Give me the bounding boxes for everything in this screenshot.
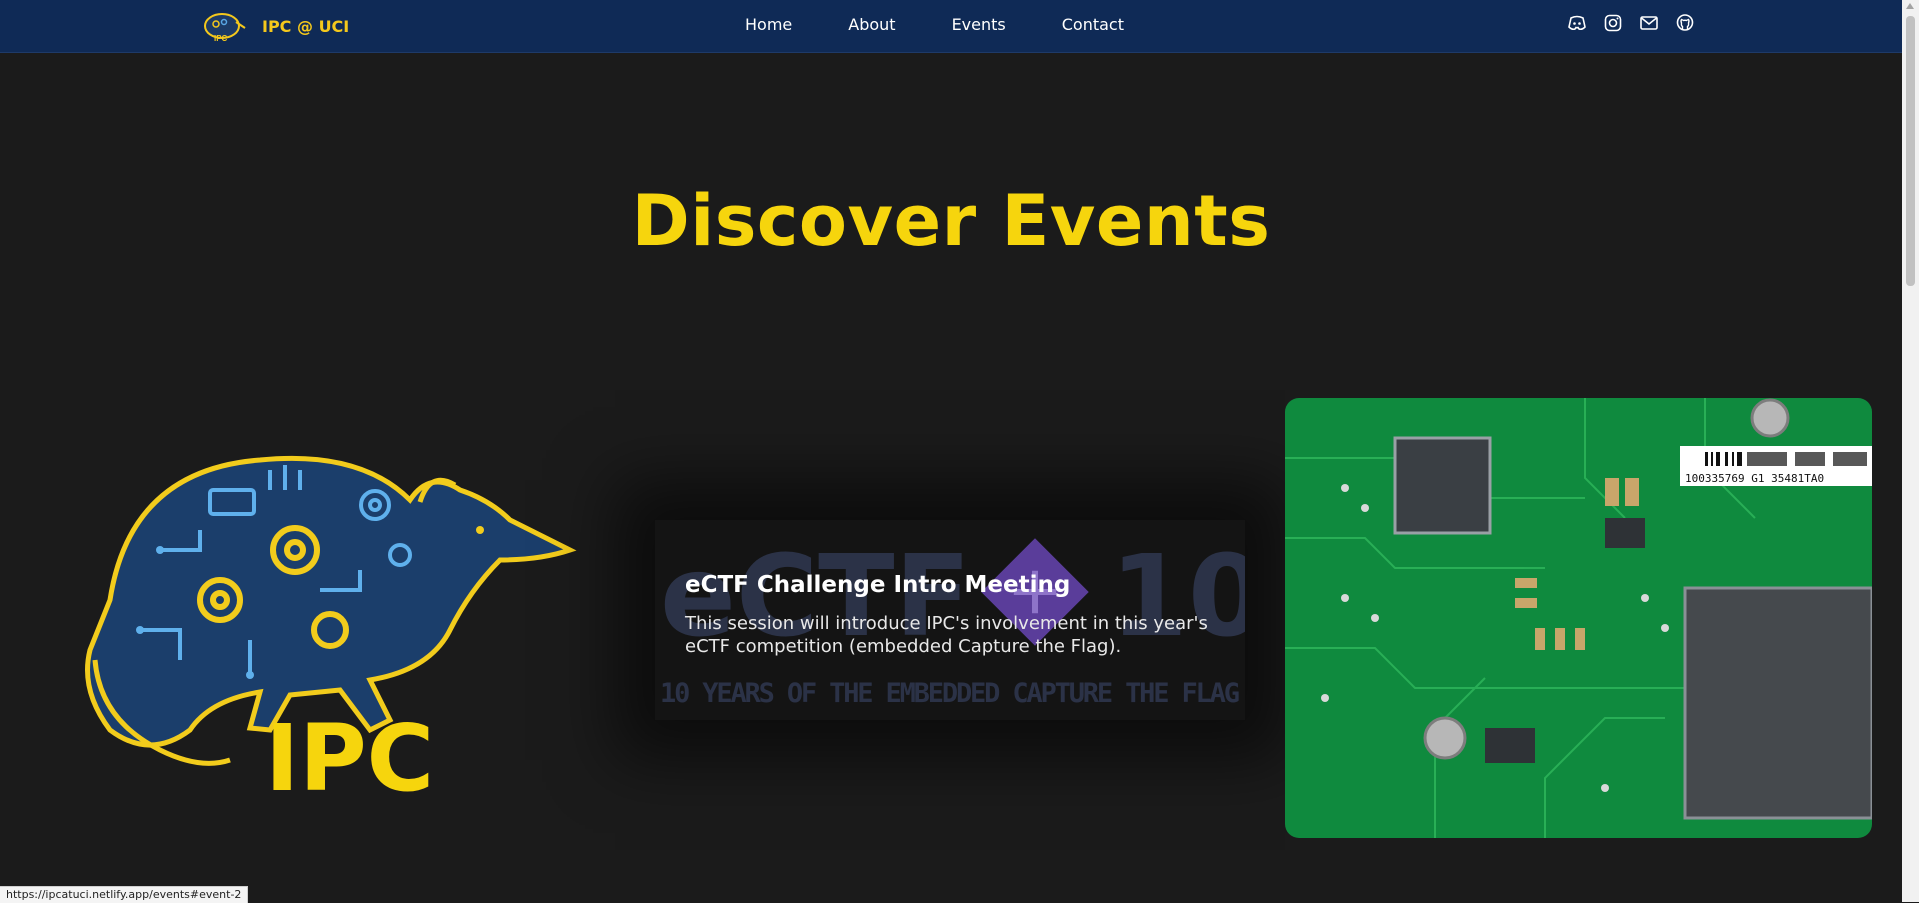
- event-card-pcb[interactable]: 100335769 G1 35481TA0: [1285, 398, 1872, 838]
- event-card-ipc[interactable]: IPC: [70, 430, 590, 812]
- brand-link[interactable]: IPC IPC @ UCI: [202, 6, 349, 46]
- circuit-board-image: 100335769 G1 35481TA0: [1285, 398, 1872, 838]
- nav-link-home[interactable]: Home: [745, 15, 792, 34]
- page-title: Discover Events: [631, 180, 1271, 262]
- nav-link-events[interactable]: Events: [952, 15, 1006, 34]
- social-links: [1566, 12, 1710, 34]
- status-bar-url: https://ipcatuci.netlify.app/events#even…: [0, 886, 249, 903]
- brand-name[interactable]: IPC @ UCI: [262, 17, 349, 36]
- nav-link-about[interactable]: About: [848, 15, 895, 34]
- ipc-logo-text: IPC: [265, 705, 434, 810]
- svg-text:IPC: IPC: [214, 34, 228, 43]
- nav-link-contact[interactable]: Contact: [1062, 15, 1124, 34]
- event-description: This session will introduce IPC's involv…: [685, 613, 1208, 657]
- navbar: IPC IPC @ UCI Home About Events Contact: [0, 0, 1902, 53]
- pcb-label-text: 100335769 G1 35481TA0: [1685, 472, 1824, 485]
- github-icon[interactable]: [1674, 12, 1696, 34]
- ectf-banner-tagline: 10 YEARS OF THE EMBEDDED CAPTURE THE FLA…: [660, 678, 1240, 709]
- mail-icon[interactable]: [1638, 12, 1660, 34]
- ipc-anteater-logo-icon: IPC: [85, 455, 577, 812]
- scroll-up-arrow-icon[interactable]: [1906, 3, 1914, 9]
- nav-links: Home About Events Contact: [745, 0, 1180, 48]
- anteater-logo-icon: IPC: [204, 13, 246, 43]
- event-card-ectf[interactable]: eCTF 10 10 YEARS OF THE EMBEDDED CAPTURE…: [655, 520, 1245, 720]
- page-scrollbar[interactable]: [1902, 0, 1919, 902]
- instagram-icon[interactable]: [1602, 12, 1624, 34]
- scroll-thumb[interactable]: [1906, 16, 1915, 286]
- discord-icon[interactable]: [1566, 12, 1588, 34]
- event-title: eCTF Challenge Intro Meeting: [685, 572, 1071, 598]
